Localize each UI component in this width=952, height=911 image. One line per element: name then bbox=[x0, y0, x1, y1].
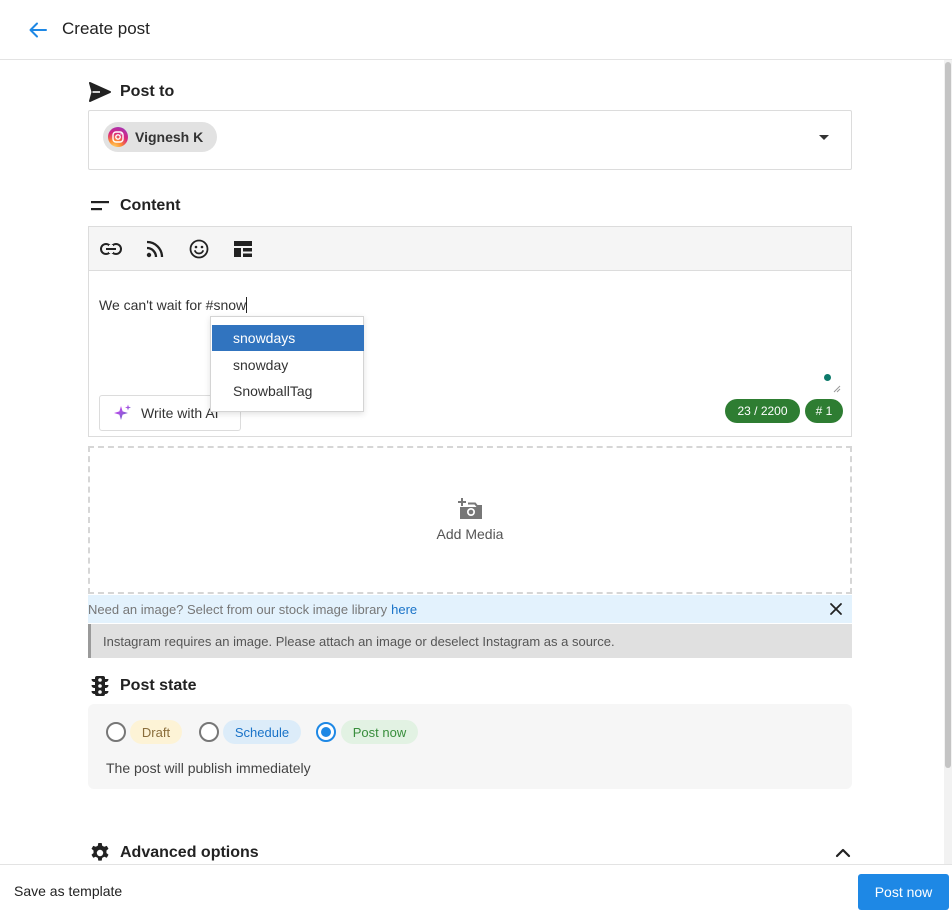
radio-draft[interactable] bbox=[106, 722, 126, 742]
post-text: We can't wait for #snow bbox=[99, 297, 247, 313]
post-text-input[interactable]: We can't wait for #snow bbox=[99, 297, 248, 313]
editor-toolbar bbox=[89, 227, 851, 271]
schedule-option[interactable]: Schedule bbox=[223, 720, 301, 744]
suggestion-item[interactable]: snowdays bbox=[212, 325, 364, 351]
status-dot bbox=[824, 374, 831, 381]
hashtag-count-badge: # 1 bbox=[805, 399, 843, 423]
chevron-up-icon[interactable] bbox=[834, 844, 852, 862]
add-media-dropzone[interactable]: Add Media bbox=[88, 446, 852, 594]
advanced-options-label: Advanced options bbox=[120, 844, 259, 861]
post-now-button[interactable]: Post now bbox=[858, 874, 949, 910]
add-photo-icon bbox=[458, 498, 482, 519]
hashtag-suggestions: snowdays snowday SnowballTag bbox=[210, 316, 364, 412]
suggestion-item[interactable]: snowday bbox=[212, 352, 364, 378]
page-title: Create post bbox=[62, 19, 150, 38]
sparkle-icon bbox=[114, 404, 131, 420]
caret-down-icon[interactable] bbox=[819, 135, 829, 140]
post-state-description: The post will publish immediately bbox=[106, 760, 311, 776]
emoji-icon[interactable] bbox=[187, 237, 211, 261]
account-selector[interactable]: Vignesh K bbox=[88, 110, 852, 170]
post-state-options: Draft Schedule Post now The post will pu… bbox=[88, 704, 852, 789]
link-icon[interactable] bbox=[99, 237, 123, 261]
advanced-options-heading[interactable]: Advanced options bbox=[88, 841, 259, 865]
post-state-label: Post state bbox=[120, 677, 197, 694]
add-media-label: Add Media bbox=[436, 526, 504, 542]
stock-image-banner: Need an image? Select from our stock ima… bbox=[88, 595, 852, 623]
write-with-ai-label: Write with AI bbox=[141, 405, 219, 421]
account-chip[interactable]: Vignesh K bbox=[103, 122, 218, 152]
page-header: Create post bbox=[0, 0, 952, 60]
text-caret bbox=[246, 297, 248, 313]
account-name: Vignesh K bbox=[135, 129, 204, 145]
page-footer: Save as template Post now bbox=[0, 864, 952, 911]
character-count-badge: 23 / 2200 bbox=[725, 399, 800, 423]
resize-handle-icon[interactable] bbox=[831, 383, 841, 393]
rss-icon[interactable] bbox=[143, 237, 167, 261]
post-editor[interactable]: We can't wait for #snow Write with AI 23… bbox=[88, 226, 852, 437]
gear-icon bbox=[88, 841, 112, 865]
layout-icon[interactable] bbox=[231, 237, 255, 261]
content-label: Content bbox=[120, 197, 181, 214]
instagram-warning: Instagram requires an image. Please atta… bbox=[88, 624, 852, 658]
scrollbar-thumb[interactable] bbox=[945, 62, 951, 768]
traffic-light-icon bbox=[88, 674, 112, 698]
back-button[interactable] bbox=[26, 18, 50, 42]
post-to-heading: Post to bbox=[88, 80, 174, 104]
send-icon bbox=[88, 80, 112, 104]
suggestion-item[interactable]: SnowballTag bbox=[212, 378, 364, 404]
stock-image-link[interactable]: here bbox=[391, 602, 417, 617]
radio-schedule[interactable] bbox=[199, 722, 219, 742]
close-icon[interactable] bbox=[828, 601, 844, 617]
instagram-icon bbox=[108, 127, 128, 147]
draft-option[interactable]: Draft bbox=[130, 720, 182, 744]
short-text-icon bbox=[88, 194, 112, 218]
post-state-heading: Post state bbox=[88, 674, 196, 698]
arrow-left-icon bbox=[29, 22, 47, 38]
save-as-template-button[interactable]: Save as template bbox=[14, 883, 122, 899]
post-to-label: Post to bbox=[120, 83, 175, 100]
radio-post-now[interactable] bbox=[316, 722, 336, 742]
stock-image-text: Need an image? Select from our stock ima… bbox=[88, 601, 388, 617]
content-heading: Content bbox=[88, 194, 180, 218]
post-now-option[interactable]: Post now bbox=[341, 720, 418, 744]
